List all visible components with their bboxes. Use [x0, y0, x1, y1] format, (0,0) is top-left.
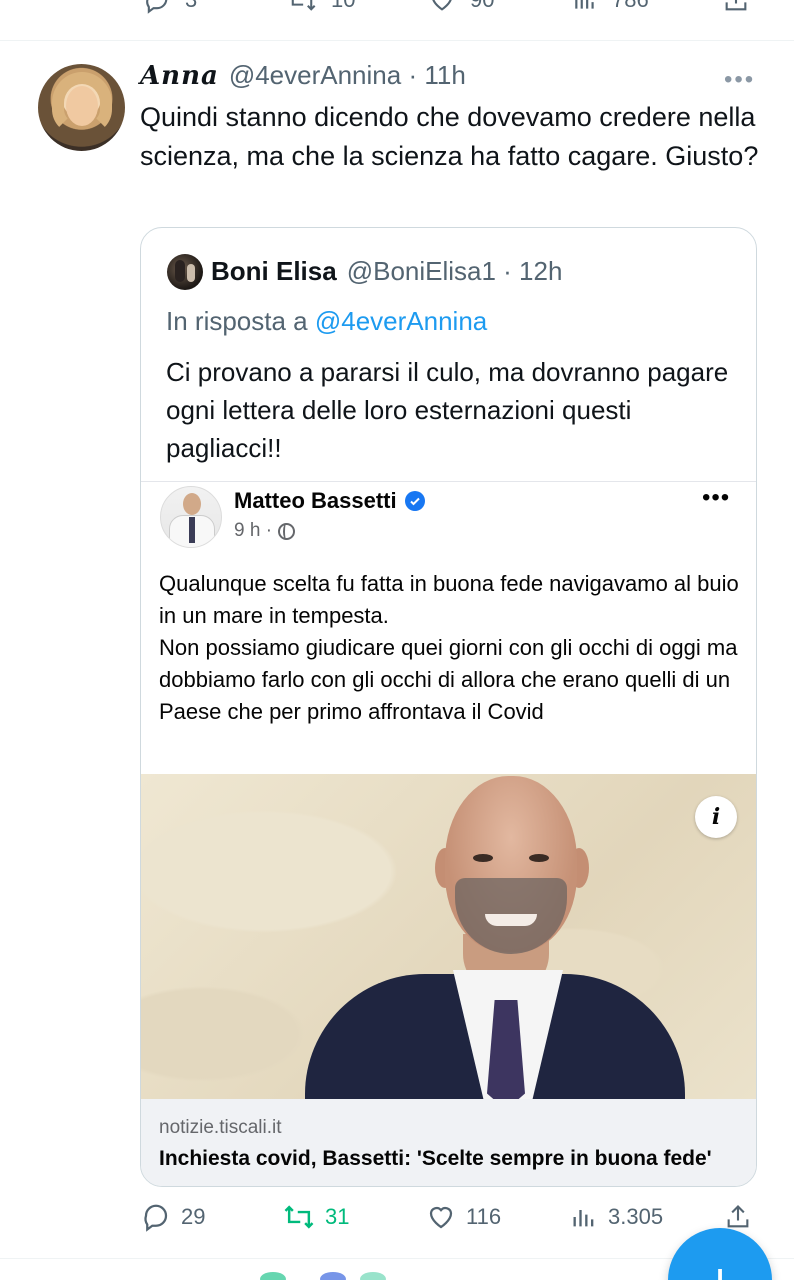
- like-count: 90: [470, 0, 494, 13]
- embedded-more-icon: •••: [702, 484, 731, 511]
- quoted-text: Ci provano a pararsi il culo, ma dovrann…: [166, 357, 729, 463]
- retweet-button[interactable]: 10: [287, 0, 355, 14]
- embedded-author-avatar: [160, 486, 222, 548]
- heart-icon: [432, 0, 452, 11]
- tweet-text: Quindi stanno dicendo che dovevamo crede…: [140, 102, 759, 171]
- quoted-header: Boni Elisa @BoniElisa1 · 12h: [211, 256, 562, 287]
- views-icon: [575, 0, 594, 9]
- previous-tweet-actions: 3 10 90 786: [0, 0, 794, 16]
- author-handle-time[interactable]: @4everAnnina · 11h: [229, 60, 466, 91]
- embedded-post-time: 9 h ·: [234, 520, 273, 541]
- embedded-author: Matteo Bassetti: [234, 488, 425, 514]
- globe-icon: [278, 522, 296, 540]
- reply-icon: [146, 0, 168, 14]
- views-button[interactable]: 786: [572, 0, 649, 14]
- embedded-post-meta: 9 h ·: [234, 520, 296, 542]
- tweet-header: 𝑨𝒏𝒏𝒂 @4everAnnina · 11h: [140, 60, 466, 91]
- share-button[interactable]: [724, 1202, 752, 1232]
- retweet-button[interactable]: 31: [283, 1202, 349, 1232]
- reply-prefix: In risposta a: [166, 306, 315, 336]
- info-icon: i: [695, 796, 737, 838]
- quoted-avatar: [167, 254, 203, 290]
- views-count: 3.305: [608, 1204, 664, 1229]
- like-button[interactable]: 116: [426, 1202, 501, 1232]
- next-tweet-peek: [250, 1272, 480, 1280]
- share-button[interactable]: [722, 0, 750, 14]
- reply-button[interactable]: 3: [143, 0, 197, 14]
- share-icon: [727, 1205, 749, 1228]
- reply-context: In risposta a @4everAnnina: [166, 306, 487, 337]
- like-count: 116: [466, 1204, 502, 1229]
- embedded-author-name: Matteo Bassetti: [234, 488, 397, 513]
- reply-count: 3: [185, 0, 197, 13]
- views-icon: [573, 1210, 594, 1227]
- quoted-author-name: Boni Elisa: [211, 256, 337, 286]
- retweet-count: 10: [331, 0, 355, 13]
- reply-button[interactable]: 29: [141, 1202, 205, 1232]
- share-icon: [725, 0, 747, 11]
- reply-icon: [144, 1204, 168, 1232]
- reply-mention-link[interactable]: @4everAnnina: [315, 306, 487, 336]
- link-domain: notizie.tiscali.it: [159, 1117, 282, 1138]
- article-photo: i: [141, 774, 756, 1099]
- reply-count: 29: [181, 1204, 206, 1229]
- link-title: Inchiesta covid, Bassetti: 'Scelte sempr…: [159, 1147, 712, 1170]
- quoted-author-handle-time: @BoniElisa1 · 12h: [346, 256, 563, 286]
- heart-icon: [429, 1206, 453, 1229]
- divider: [0, 40, 794, 41]
- embedded-post-image: Matteo Bassetti 9 h · ••• Qualunque scel…: [141, 481, 756, 1186]
- embedded-post-text: Qualunque scelta fu fatta in buona fede …: [159, 571, 739, 724]
- link-preview: notizie.tiscali.it Inchiesta covid, Bass…: [141, 1099, 756, 1186]
- more-options-icon[interactable]: •••: [724, 66, 755, 94]
- quoted-tweet-card[interactable]: Boni Elisa @BoniElisa1 · 12h In risposta…: [140, 227, 757, 1187]
- retweet-icon: [291, 0, 316, 11]
- retweet-icon: [284, 1205, 314, 1229]
- verified-badge-icon: [404, 491, 425, 511]
- tweet-actions: 29 31 116 3.305: [0, 1202, 794, 1238]
- views-count: 786: [612, 0, 649, 13]
- author-name[interactable]: 𝑨𝒏𝒏𝒂: [140, 61, 219, 91]
- avatar[interactable]: [38, 64, 125, 151]
- like-button[interactable]: 90: [428, 0, 494, 14]
- views-button[interactable]: 3.305: [570, 1202, 663, 1232]
- retweet-count: 31: [325, 1204, 350, 1229]
